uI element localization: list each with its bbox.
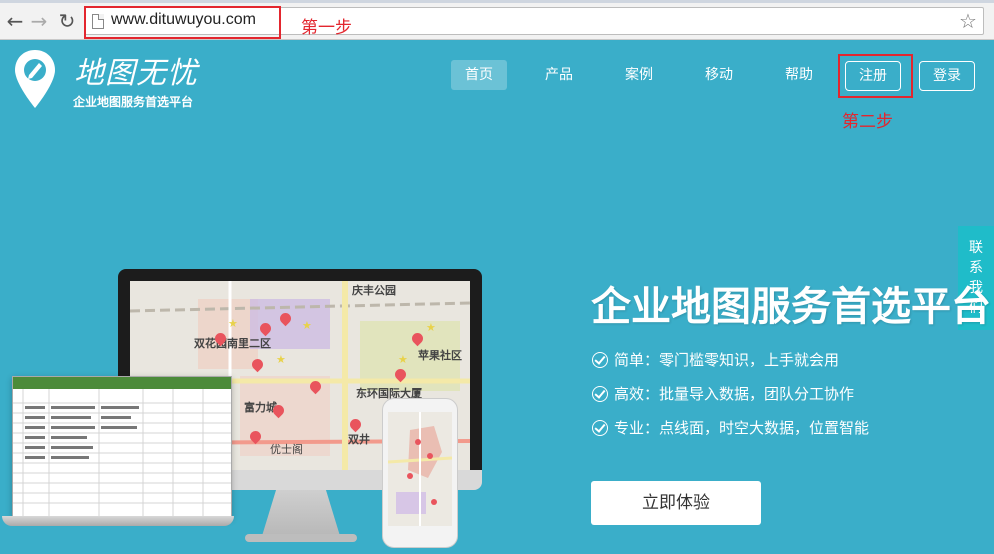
laptop-base (2, 516, 234, 526)
map-label: 双花园南里二区 (194, 337, 271, 350)
try-now-button[interactable]: 立即体验 (591, 481, 761, 525)
feature-text: 专业：点线面，时空大数据，位置智能 (614, 419, 870, 437)
register-highlight-box (838, 54, 913, 98)
nav-mobile[interactable]: 移动 (691, 60, 747, 90)
feature-text: 高效：批量导入数据，团队分工协作 (614, 385, 855, 403)
phone-map (388, 412, 452, 526)
monitor-stand (262, 490, 340, 536)
map-star-icon: ★ (398, 353, 408, 366)
map-label: 双井 (348, 433, 370, 446)
contact-char: 联 (969, 240, 983, 256)
map-label: 庆丰公园 (352, 284, 396, 297)
feature-item: 高效：批量导入数据，团队分工协作 (592, 383, 854, 404)
back-arrow-icon[interactable]: ← (4, 10, 26, 32)
map-label: 优士阁 (270, 443, 303, 456)
hero-title: 企业地图服务首选平台 (591, 284, 991, 330)
logo-title[interactable]: 地图无忧 (74, 48, 198, 92)
spreadsheet-toolbar (13, 377, 231, 389)
forward-arrow-icon[interactable]: → (28, 10, 50, 32)
reload-icon[interactable]: ↻ (56, 10, 78, 32)
map-star-icon: ★ (426, 321, 436, 334)
logo-pin-icon (15, 50, 55, 108)
map-star-icon: ★ (228, 317, 238, 330)
nav-home[interactable]: 首页 (451, 60, 507, 90)
check-circle-icon (592, 420, 608, 436)
logo-subtitle: 企业地图服务首选平台 (73, 95, 194, 109)
monitor-base (245, 534, 357, 542)
login-button[interactable]: 登录 (919, 61, 975, 91)
map-star-icon: ★ (276, 353, 286, 366)
feature-text: 简单：零门槛零知识，上手就会用 (614, 351, 840, 369)
map-label: 富力城 (244, 401, 277, 414)
feature-item: 简单：零门槛零知识，上手就会用 (592, 349, 839, 370)
nav-help[interactable]: 帮助 (771, 60, 827, 90)
step1-annotation: 第一步 (301, 18, 352, 38)
phone-map-screen (388, 412, 452, 526)
nav-products[interactable]: 产品 (531, 60, 587, 90)
tab-strip (0, 0, 994, 3)
step2-annotation: 第二步 (842, 112, 893, 132)
check-circle-icon (592, 386, 608, 402)
spreadsheet-illustration (12, 376, 232, 518)
spreadsheet-grid (13, 389, 231, 517)
check-circle-icon (592, 352, 608, 368)
map-star-icon: ★ (302, 319, 312, 332)
feature-item: 专业：点线面，时空大数据，位置智能 (592, 417, 869, 438)
nav-cases[interactable]: 案例 (611, 60, 667, 90)
url-highlight-box (84, 6, 281, 39)
star-icon[interactable]: ☆ (959, 9, 977, 33)
map-label: 苹果社区 (418, 349, 462, 362)
